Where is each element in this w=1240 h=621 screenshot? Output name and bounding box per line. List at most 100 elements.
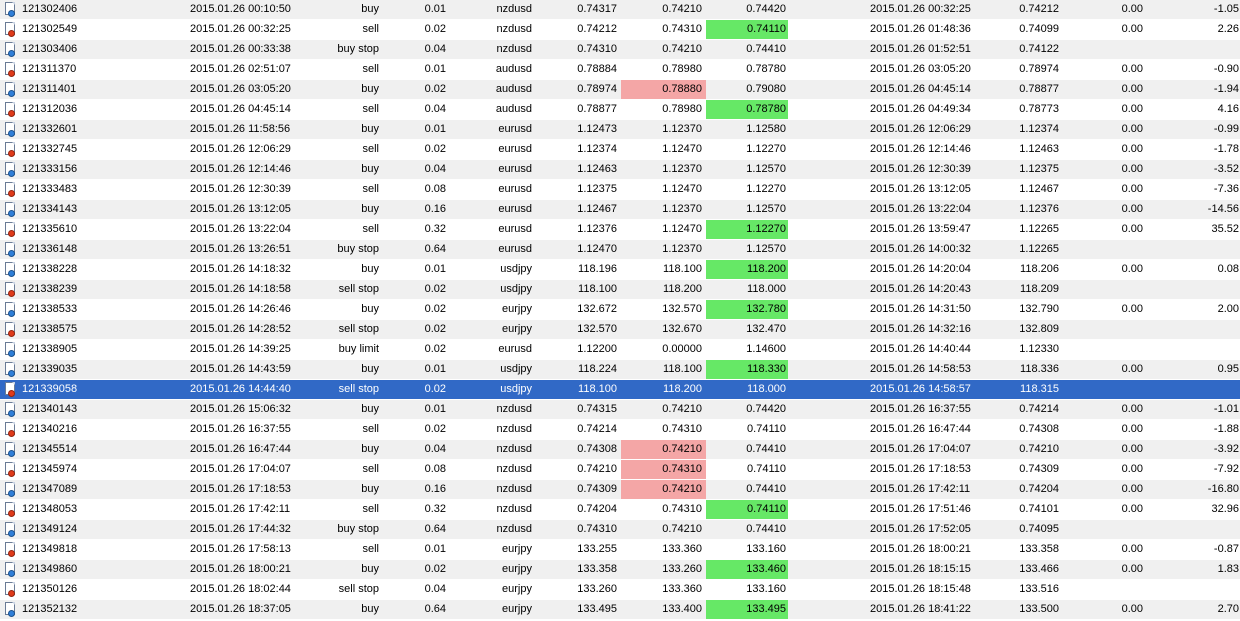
close-time-cell: 2015.01.26 17:52:05 [870,523,971,535]
buy-order-icon [5,562,16,577]
symbol-cell: eurusd [498,243,532,255]
stop-loss-cell: 0.00000 [662,343,702,355]
take-profit-cell: 133.495 [706,600,788,619]
table-row[interactable]: 121339035 2015.01.26 14:43:59 buy 0.01 usdjp… [0,360,1240,380]
order-type-cell: buy [361,603,379,615]
symbol-cell: nzdusd [496,523,532,535]
table-row[interactable]: 121347089 2015.01.26 17:18:53 buy 0.16 nzdus… [0,480,1240,500]
order-type-cell: sell [362,463,379,475]
order-icon-cell [4,260,20,279]
swap-cell [1080,240,1143,259]
lot-size-cell: 0.02 [424,23,446,35]
profit-cell: -3.52 [1213,163,1239,175]
close-price-cell: 1.12265 [1019,243,1059,255]
open-price-cell: 118.100 [578,283,617,295]
take-profit-cell: 0.78780 [706,100,788,119]
order-icon-cell [4,600,20,619]
table-row[interactable]: 121338575 2015.01.26 14:28:52 sell stop 0.0… [0,320,1240,340]
table-row[interactable]: 121334143 2015.01.26 13:12:05 buy 0.16 eurus… [0,200,1240,220]
lot-size-cell: 0.01 [424,363,446,375]
lot-size-cell: 0.04 [424,43,446,55]
order-icon-cell [4,140,20,159]
ticket-cell: 121335610 [22,223,78,235]
table-row[interactable]: 121338239 2015.01.26 14:18:58 sell stop 0.0… [0,280,1240,300]
open-price-cell: 0.74214 [577,423,617,435]
open-price-cell: 0.74210 [577,463,617,475]
table-row[interactable]: 121332745 2015.01.26 12:06:29 sell 0.02 euru… [0,140,1240,160]
swap-cell: 0.00 [1121,603,1143,615]
buy-order-icon [5,362,16,377]
stop-loss-cell: 132.570 [662,303,702,315]
table-row[interactable]: 121350126 2015.01.26 18:02:44 sell stop 0.0… [0,580,1240,600]
table-row[interactable]: 121339058 2015.01.26 14:44:40 sell stop 0.0… [0,380,1240,400]
table-row[interactable]: 121302549 2015.01.26 00:32:25 sell 0.02 nzdu… [0,20,1240,40]
stop-loss-cell: 1.12370 [662,243,702,255]
table-row[interactable]: 121312036 2015.01.26 04:45:14 sell 0.04 audu… [0,100,1240,120]
open-price-cell: 118.224 [578,363,617,375]
table-row[interactable]: 121348053 2015.01.26 17:42:11 sell 0.32 nzdu… [0,500,1240,520]
ticket-cell: 121338228 [22,263,78,275]
open-price-cell: 1.12473 [577,123,617,135]
symbol-cell: eurusd [498,123,532,135]
ticket-cell: 121303406 [22,43,78,55]
sell-order-icon [5,282,16,297]
lot-size-cell: 0.04 [424,443,446,455]
table-row[interactable]: 121349124 2015.01.26 17:44:32 buy stop 0.64… [0,520,1240,540]
take-profit-cell: 0.74420 [746,403,786,415]
lot-size-cell: 0.02 [424,343,446,355]
order-icon-cell [4,460,20,479]
take-profit-cell: 118.200 [706,260,788,279]
table-row[interactable]: 121345974 2015.01.26 17:04:07 sell 0.08 nzdu… [0,460,1240,480]
ticket-cell: 121338575 [22,323,78,335]
table-row[interactable]: 121332601 2015.01.26 11:58:56 buy 0.01 eurus… [0,120,1240,140]
swap-cell [1080,380,1143,399]
take-profit-cell: 0.78780 [746,63,786,75]
profit-cell [1150,580,1239,599]
table-row[interactable]: 121333156 2015.01.26 12:14:46 buy 0.04 eurus… [0,160,1240,180]
profit-cell: -14.56 [1207,203,1239,215]
take-profit-cell: 0.74110 [747,423,786,435]
lot-size-cell: 0.01 [424,543,446,555]
ticket-cell: 121340143 [22,403,78,415]
profit-cell: 2.70 [1217,603,1239,615]
table-row[interactable]: 121345514 2015.01.26 16:47:44 buy 0.04 nzdus… [0,440,1240,460]
take-profit-cell: 118.000 [747,283,786,295]
close-price-cell: 0.74122 [1019,43,1059,55]
stop-loss-cell: 0.74310 [662,423,702,435]
open-price-cell: 133.358 [577,563,617,575]
close-price-cell: 133.500 [1019,603,1059,615]
swap-cell: 0.00 [1121,163,1143,175]
table-row[interactable]: 121335610 2015.01.26 13:22:04 sell 0.32 euru… [0,220,1240,240]
open-price-cell: 1.12200 [577,343,617,355]
table-row[interactable]: 121352132 2015.01.26 18:37:05 buy 0.64 eurjp… [0,600,1240,620]
symbol-cell: nzdusd [496,423,532,435]
close-price-cell: 133.516 [1019,583,1059,595]
table-row[interactable]: 121336148 2015.01.26 13:26:51 buy stop 0.64… [0,240,1240,260]
take-profit-cell: 118.000 [747,383,786,395]
table-row[interactable]: 121349818 2015.01.26 17:58:13 sell 0.01 eurj… [0,540,1240,560]
sell-order-icon [5,502,16,517]
table-row[interactable]: 121340143 2015.01.26 15:06:32 buy 0.01 nzdus… [0,400,1240,420]
stop-loss-cell: 0.78980 [662,103,702,115]
profit-cell: -7.36 [1213,183,1239,195]
stop-loss-cell: 0.74210 [662,3,702,15]
ticket-cell: 121348053 [22,503,78,515]
symbol-cell: usdjpy [500,363,532,375]
lot-size-cell: 0.32 [424,223,446,235]
table-row[interactable]: 121349860 2015.01.26 18:00:21 buy 0.02 eurjp… [0,560,1240,580]
stop-loss-cell: 1.12470 [662,143,702,155]
ticket-cell: 121345974 [22,463,78,475]
table-row[interactable]: 121338533 2015.01.26 14:26:46 buy 0.02 eurjp… [0,300,1240,320]
lot-size-cell: 0.02 [424,143,446,155]
table-row[interactable]: 121311401 2015.01.26 03:05:20 buy 0.02 audus… [0,80,1240,100]
table-row[interactable]: 121340216 2015.01.26 16:37:55 sell 0.02 nzdu… [0,420,1240,440]
table-row[interactable]: 121338905 2015.01.26 14:39:25 buy limit 0.0… [0,340,1240,360]
take-profit-cell: 133.460 [706,560,788,579]
table-row[interactable]: 121338228 2015.01.26 14:18:32 buy 0.01 usdjp… [0,260,1240,280]
table-row[interactable]: 121303406 2015.01.26 00:33:38 buy stop 0.04… [0,40,1240,60]
table-row[interactable]: 121311370 2015.01.26 02:51:07 sell 0.01 audu… [0,60,1240,80]
sell-order-icon [5,182,16,197]
table-row[interactable]: 121333483 2015.01.26 12:30:39 sell 0.08 euru… [0,180,1240,200]
table-row[interactable]: 121302406 2015.01.26 00:10:50 buy 0.01 nzdus… [0,0,1240,20]
order-type-cell: sell [362,503,379,515]
